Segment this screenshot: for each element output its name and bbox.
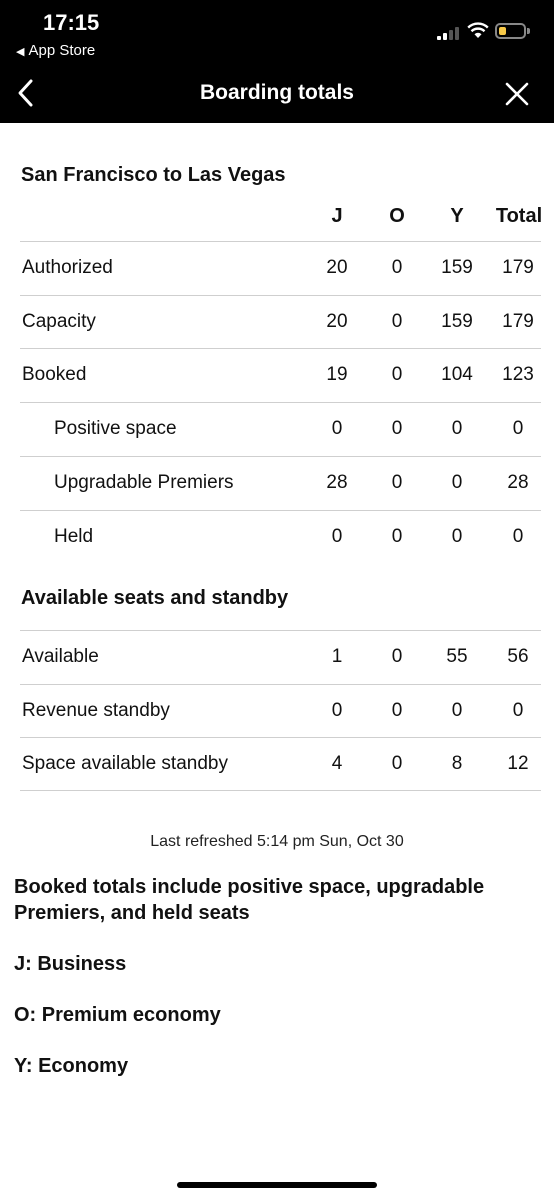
row-label: Capacity: [22, 311, 96, 332]
legend-y: Y: Economy: [14, 1055, 129, 1077]
cell-y: 104: [441, 364, 473, 385]
cell-j: 4: [331, 753, 343, 774]
column-header-j: J: [331, 205, 343, 227]
cell-total: 179: [502, 257, 534, 278]
cell-o: 0: [391, 472, 403, 493]
back-triangle-icon: ◀: [16, 46, 25, 58]
cell-o: 0: [391, 753, 403, 774]
table-row-authorized: Authorized 20 0 159 179: [20, 241, 541, 295]
last-refreshed-text: Last refreshed 5:14 pm Sun, Oct 30: [150, 833, 404, 850]
cell-y: 0: [451, 700, 463, 721]
legend-j: J: Business: [14, 953, 127, 975]
cell-j: 1: [331, 646, 343, 667]
cell-j: 20: [326, 311, 348, 332]
header-bar: 17:15 ◀ App Store Boarding totals: [0, 0, 554, 123]
cell-y: 0: [451, 472, 463, 493]
route-title: San Francisco to Las Vegas: [21, 164, 286, 186]
row-label: Available: [22, 646, 99, 667]
cell-total: 179: [502, 311, 534, 332]
cell-total: 0: [512, 700, 524, 721]
row-label: Held: [54, 526, 94, 547]
cell-y: 159: [441, 311, 473, 332]
row-label: Booked: [22, 364, 87, 385]
table-row-revenue-standby: Revenue standby 0 0 0 0: [20, 684, 541, 738]
table-row-upgradable-premiers: Upgradable Premiers 28 0 0 28: [20, 456, 541, 510]
status-time: 17:15: [43, 10, 100, 35]
column-header-total: Total: [495, 205, 543, 227]
cell-j: 0: [331, 700, 343, 721]
table-row-positive-space: Positive space 0 0 0 0: [20, 402, 541, 456]
cell-y: 55: [446, 646, 468, 667]
cell-j: 0: [331, 418, 343, 439]
cell-y: 0: [451, 418, 463, 439]
cell-y: 0: [451, 526, 463, 547]
battery-icon: [495, 23, 526, 39]
row-label: Positive space: [54, 418, 177, 439]
cell-j: 0: [331, 526, 343, 547]
cell-j: 28: [326, 472, 348, 493]
column-header-o: O: [389, 205, 405, 227]
cell-total: 12: [507, 753, 529, 774]
table-row-held: Held 0 0 0 0: [20, 510, 541, 564]
standby-section-title: Available seats and standby: [21, 587, 289, 609]
cell-o: 0: [391, 364, 403, 385]
cell-o: 0: [391, 257, 403, 278]
home-indicator[interactable]: [177, 1182, 377, 1188]
row-label: Space available standby: [22, 753, 228, 774]
cell-o: 0: [391, 646, 403, 667]
row-label: Revenue standby: [22, 700, 170, 721]
cell-y: 159: [441, 257, 473, 278]
cell-j: 19: [326, 364, 348, 385]
row-label: Upgradable Premiers: [54, 472, 234, 493]
cell-total: 56: [507, 646, 529, 667]
page-title: Boarding totals: [199, 81, 354, 104]
cell-total: 28: [507, 472, 529, 493]
table-row-booked: Booked 19 0 104 123: [20, 348, 541, 402]
cell-y: 8: [451, 753, 463, 774]
table-row-capacity: Capacity 20 0 159 179: [20, 295, 541, 349]
back-to-app-link[interactable]: ◀ App Store: [16, 42, 95, 59]
cell-o: 0: [391, 311, 403, 332]
table-row-space-available-standby: Space available standby 4 0 8 12: [20, 737, 541, 791]
table-row-available: Available 1 0 55 56: [20, 630, 541, 684]
cell-total: 0: [512, 418, 524, 439]
cell-o: 0: [391, 526, 403, 547]
column-header-y: Y: [450, 205, 464, 227]
wifi-icon: [467, 22, 489, 38]
cell-total: 123: [502, 364, 534, 385]
back-app-label: App Store: [28, 42, 96, 59]
signal-icon: [437, 26, 463, 40]
legend-o: O: Premium economy: [14, 1004, 221, 1026]
booked-totals-note: Booked totals include positive space, up…: [14, 876, 485, 924]
close-icon[interactable]: [503, 80, 531, 108]
row-label: Authorized: [22, 257, 113, 278]
cell-o: 0: [391, 700, 403, 721]
cell-total: 0: [512, 526, 524, 547]
cell-j: 20: [326, 257, 348, 278]
cell-o: 0: [391, 418, 403, 439]
